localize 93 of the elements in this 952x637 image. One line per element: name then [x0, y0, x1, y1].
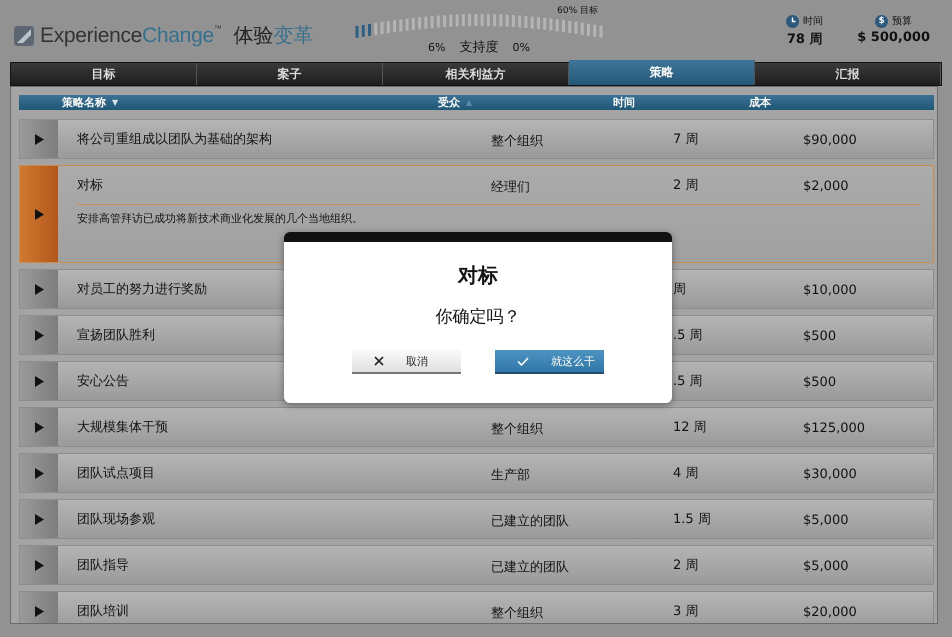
column-header[interactable]: 策略名称 [62, 95, 106, 110]
duration-text: 7 周 [673, 132, 698, 147]
play-icon [34, 134, 44, 144]
play-icon [34, 376, 44, 386]
cancel-button[interactable]: 取消 [352, 350, 461, 374]
column-header[interactable]: 受众 [438, 95, 460, 110]
duration-text: 2 周 [673, 558, 698, 573]
audience-text: 整个组织 [491, 606, 543, 621]
cost-text: $20,000 [803, 604, 857, 620]
strategy-name: 将公司重组成以团队为基础的架构 [77, 131, 273, 148]
cost-text: $30,000 [803, 466, 857, 482]
cost-text: $125,000 [803, 420, 866, 436]
support-value: 6% [428, 41, 446, 54]
play-icon [34, 208, 44, 220]
play-icon [34, 422, 44, 432]
duration-text: 12 周 [673, 420, 707, 435]
expand-handle[interactable] [20, 408, 58, 446]
column-header[interactable]: 时间 [613, 95, 635, 110]
duration-text: .5 周 [673, 374, 703, 389]
play-icon [34, 330, 44, 340]
duration-text: .5 周 [673, 328, 703, 343]
target-label: 60% 目标 [557, 4, 598, 17]
strategy-row[interactable]: 大规模集体干预 整个组织 12 周 $125,000 [19, 407, 934, 447]
strategy-row[interactable]: 团队培训 整个组织 3 周 $20,000 [19, 591, 934, 623]
cost-text: $500 [803, 374, 836, 390]
strategy-name: 团队培训 [77, 603, 130, 620]
expand-handle[interactable] [20, 166, 58, 262]
audience-text: 已建立的团队 [491, 560, 569, 575]
audience-text: 已建立的团队 [491, 514, 569, 529]
column-header[interactable]: 成本 [749, 95, 771, 110]
expand-handle[interactable] [20, 270, 58, 308]
tab[interactable]: 汇报 [755, 63, 941, 85]
audience-text: 生产部 [491, 468, 530, 483]
strategy-name: 对标 [77, 177, 104, 194]
cost-text: $2,000 [803, 178, 848, 194]
logo-text: ExperienceChange$^{™}$ [40, 24, 222, 48]
strategy-row[interactable]: 团队试点项目 生产部 4 周 $30,000 [19, 453, 934, 493]
stat-value: 78 周 [786, 31, 823, 48]
duration-text: 4 周 [673, 466, 698, 481]
audience-text: 经理们 [491, 180, 530, 195]
tab[interactable]: 相关利益方 [383, 63, 569, 85]
sort-icon[interactable]: ▼ [112, 98, 118, 107]
strategy-row[interactable]: 团队指导 已建立的团队 2 周 $5,000 [19, 545, 934, 585]
strategy-name: 安心公告 [77, 373, 130, 390]
strategy-name: 团队指导 [77, 557, 130, 574]
expand-handle[interactable] [20, 316, 58, 354]
tab[interactable]: 目标 [11, 63, 197, 85]
check-icon [517, 356, 529, 366]
clock-icon [786, 14, 800, 28]
expand-handle[interactable] [20, 500, 58, 538]
dialog-title: 对标 [458, 262, 498, 289]
dialog-message: 你确定吗？ [436, 306, 520, 328]
expand-handle[interactable] [20, 592, 58, 623]
expand-handle[interactable] [20, 120, 58, 158]
play-icon [34, 468, 44, 478]
strategy-name: 对员工的努力进行奖励 [77, 281, 208, 298]
strategy-row[interactable]: 将公司重组成以团队为基础的架构 整个组织 7 周 $90,000 [19, 119, 934, 159]
close-icon [374, 356, 384, 366]
strategy-name: 团队现场参观 [77, 511, 156, 528]
stat-value: $ 500,000 [857, 30, 930, 45]
tab[interactable]: 策略 [569, 60, 755, 85]
strategy-description: 安排高管拜访已成功将新技术商业化发展的几个当地组织。 [77, 211, 364, 226]
support-change: 0% [512, 41, 530, 54]
play-icon [34, 606, 44, 616]
support-label: 支持度 [460, 39, 498, 56]
logo-chinese-text: 体验变革 [234, 22, 314, 49]
duration-text: 1.5 周 [673, 512, 711, 527]
strategy-row[interactable]: 团队现场参观 已建立的团队 1.5 周 $5,000 [19, 499, 934, 539]
duration-text: 2 周 [673, 178, 698, 193]
tab[interactable]: 案子 [197, 63, 383, 85]
play-icon [34, 560, 44, 570]
duration-text: 周 [673, 282, 686, 297]
logo-icon [14, 26, 34, 46]
stat-label: 预算 [892, 15, 912, 28]
play-icon [34, 284, 44, 294]
strategy-name: 大规模集体干预 [77, 419, 169, 436]
stat-label: 时间 [803, 14, 824, 28]
audience-text: 整个组织 [491, 134, 543, 149]
cost-text: $10,000 [803, 282, 857, 298]
audience-text: 整个组织 [491, 422, 543, 437]
expand-handle[interactable] [20, 546, 58, 584]
cost-text: $500 [803, 328, 836, 344]
duration-text: 3 周 [673, 604, 698, 619]
dollar-icon: $ [875, 14, 888, 28]
strategy-name: 团队试点项目 [77, 465, 156, 482]
cost-text: $90,000 [803, 132, 857, 148]
cost-text: $5,000 [803, 512, 848, 528]
play-icon [34, 514, 44, 524]
expand-handle[interactable] [20, 454, 58, 492]
cost-text: $5,000 [803, 558, 848, 574]
expand-handle[interactable] [20, 362, 58, 400]
confirm-button[interactable]: 就这么干 [495, 350, 604, 374]
strategy-name: 宣扬团队胜利 [77, 327, 156, 344]
